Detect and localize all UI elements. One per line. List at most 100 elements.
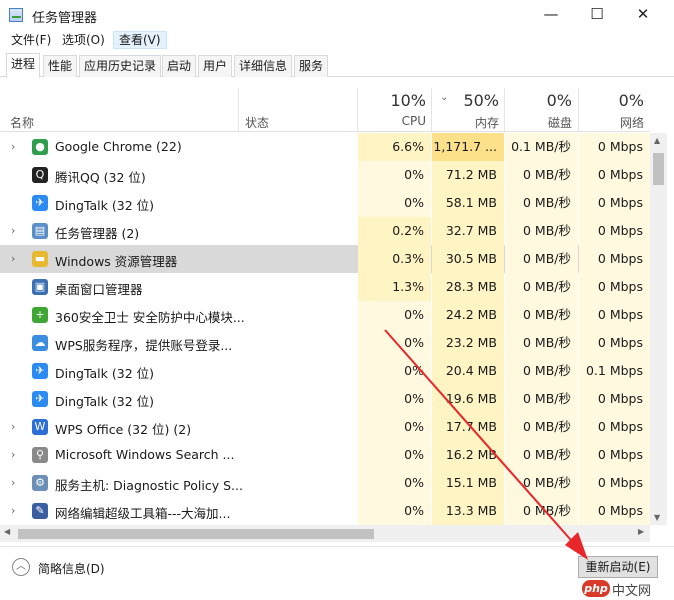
dingtalk-icon: ✈ bbox=[32, 195, 48, 211]
disk-value: 0 MB/秒 bbox=[505, 497, 578, 525]
process-name: DingTalk (32 位) bbox=[55, 366, 154, 381]
network-total-percent[interactable]: 0% bbox=[579, 91, 644, 110]
process-name: Microsoft Windows Search ... bbox=[55, 447, 235, 462]
scroll-down-icon[interactable]: ▼ bbox=[654, 513, 660, 522]
network-value: 0 Mbps bbox=[579, 497, 650, 525]
tab-performance[interactable]: 性能 bbox=[43, 55, 78, 77]
chevron-right-icon[interactable]: › bbox=[11, 448, 15, 461]
disk-total-percent[interactable]: 0% bbox=[505, 91, 572, 110]
chrome-icon: ● bbox=[32, 139, 48, 155]
process-name: 腾讯QQ (32 位) bbox=[55, 170, 146, 185]
watermark-text: 中文网 bbox=[612, 584, 652, 599]
search-service-icon: ⚲ bbox=[32, 447, 48, 463]
tab-users[interactable]: 用户 bbox=[198, 55, 233, 77]
menu-options[interactable]: 选项(O) bbox=[57, 31, 110, 49]
close-button[interactable]: ✕ bbox=[620, 0, 666, 30]
restart-button[interactable]: 重新启动(E) bbox=[578, 556, 658, 578]
scroll-left-icon[interactable]: ◀ bbox=[4, 527, 10, 536]
network-value: 0.1 Mbps bbox=[579, 357, 650, 385]
tab-startup[interactable]: 启动 bbox=[162, 55, 197, 77]
process-name: DingTalk (32 位) bbox=[55, 198, 154, 213]
scroll-right-icon[interactable]: ▶ bbox=[638, 527, 644, 536]
process-row[interactable]: › ⚙ 服务主机: Diagnostic Policy S... 0% 15.1 MB 0… bbox=[0, 469, 650, 497]
column-name[interactable]: 名称 bbox=[10, 114, 34, 131]
vertical-scroll-thumb[interactable] bbox=[653, 153, 664, 185]
memory-total-percent[interactable]: 50% bbox=[432, 91, 499, 110]
process-row[interactable]: ✈ DingTalk (32 位) 0% 58.1 MB 0 MB/秒 0 Mbps bbox=[0, 189, 650, 217]
process-row[interactable]: › ⚲ Microsoft Windows Search ... 0% 16.2 MB 0… bbox=[0, 441, 650, 469]
dingtalk-icon: ✈ bbox=[32, 363, 48, 379]
column-cpu[interactable]: CPU bbox=[358, 114, 426, 128]
menu-view[interactable]: 查看(V) bbox=[113, 31, 167, 49]
cpu-total-percent[interactable]: 10% bbox=[358, 91, 426, 110]
minimize-button[interactable]: — bbox=[528, 0, 574, 30]
process-row[interactable]: ✈ DingTalk (32 位) 0% 20.4 MB 0 MB/秒 0.1 Mbps bbox=[0, 357, 650, 385]
disk-value: 0 MB/秒 bbox=[505, 245, 578, 273]
disk-value: 0 MB/秒 bbox=[505, 469, 578, 497]
memory-value: 16.2 MB bbox=[432, 441, 504, 469]
menu-bar: 文件(F) 选项(O) 查看(V) bbox=[0, 30, 674, 50]
chevron-right-icon[interactable]: › bbox=[11, 224, 15, 237]
tab-services[interactable]: 服务 bbox=[294, 55, 329, 77]
process-row[interactable]: ✈ DingTalk (32 位) 0% 19.6 MB 0 MB/秒 0 Mbps bbox=[0, 385, 650, 413]
process-row[interactable]: +360安全卫士 安全防护中心模块... 0% 24.2 MB 0 MB/秒 0 Mbp… bbox=[0, 301, 650, 329]
tab-processes[interactable]: 进程 bbox=[6, 53, 41, 78]
process-row[interactable]: ☁ WPS服务程序，提供账号登录... 0% 23.2 MB 0 MB/秒 0 Mbps bbox=[0, 329, 650, 357]
memory-value: 28.3 MB bbox=[432, 273, 504, 301]
chevron-right-icon[interactable]: › bbox=[11, 420, 15, 433]
scroll-up-icon[interactable]: ▲ bbox=[654, 136, 660, 145]
process-row[interactable]: Q 腾讯QQ (32 位) 0% 71.2 MB 0 MB/秒 0 Mbps bbox=[0, 161, 650, 189]
disk-value: 0 MB/秒 bbox=[505, 357, 578, 385]
network-value: 0 Mbps bbox=[579, 385, 650, 413]
process-row[interactable]: › ✎ 网络编辑超级工具箱---大海加... 0% 13.3 MB 0 MB/秒 0 Mbp… bbox=[0, 497, 650, 525]
network-value: 0 Mbps bbox=[579, 413, 650, 441]
chevron-right-icon[interactable]: › bbox=[11, 504, 15, 517]
dwm-icon: ▣ bbox=[32, 279, 48, 295]
memory-value: 20.4 MB bbox=[432, 357, 504, 385]
cpu-value: 0% bbox=[358, 357, 431, 385]
memory-value: 32.7 MB bbox=[432, 217, 504, 245]
menu-file[interactable]: 文件(F) bbox=[6, 31, 56, 49]
process-name: 360安全卫士 安全防护中心模块... bbox=[55, 310, 245, 325]
column-status[interactable]: 状态 bbox=[245, 114, 269, 131]
process-row[interactable]: › ● Google Chrome (22) 6.6% 1,171.7 ... 0.1 M… bbox=[0, 133, 650, 161]
process-row[interactable]: › W WPS Office (32 位) (2) 0% 17.7 MB 0 MB/秒 0 … bbox=[0, 413, 650, 441]
disk-value: 0 MB/秒 bbox=[505, 441, 578, 469]
gear-icon: ⚙ bbox=[32, 475, 48, 491]
horizontal-scroll-thumb[interactable] bbox=[18, 529, 374, 539]
360-icon: + bbox=[32, 307, 48, 323]
cpu-value: 0% bbox=[358, 413, 431, 441]
column-disk[interactable]: 磁盘 bbox=[505, 114, 572, 131]
disk-value: 0 MB/秒 bbox=[505, 217, 578, 245]
chevron-right-icon[interactable]: › bbox=[11, 252, 15, 265]
footer: ︿ 简略信息(D) 重新启动(E) bbox=[0, 546, 674, 586]
cpu-value: 1.3% bbox=[358, 273, 431, 301]
disk-value: 0 MB/秒 bbox=[505, 413, 578, 441]
chevron-up-circle-icon[interactable]: ︿ bbox=[12, 558, 30, 576]
network-value: 0 Mbps bbox=[579, 273, 650, 301]
memory-value: 13.3 MB bbox=[432, 497, 504, 525]
process-row[interactable]: › ▤ 任务管理器 (2) 0.2% 32.7 MB 0 MB/秒 0 Mbps bbox=[0, 217, 650, 245]
process-name: WPS Office (32 位) (2) bbox=[55, 422, 192, 437]
fewer-details-link[interactable]: 简略信息(D) bbox=[38, 560, 105, 577]
cpu-value: 0.2% bbox=[358, 217, 431, 245]
watermark-logo: php bbox=[582, 580, 610, 597]
column-memory[interactable]: 内存 bbox=[432, 114, 499, 131]
chevron-right-icon[interactable]: › bbox=[11, 140, 15, 153]
cpu-value: 0.3% bbox=[358, 245, 431, 273]
chevron-right-icon[interactable]: › bbox=[11, 476, 15, 489]
tab-details[interactable]: 详细信息 bbox=[234, 55, 293, 77]
disk-value: 0 MB/秒 bbox=[505, 189, 578, 217]
disk-value: 0 MB/秒 bbox=[505, 301, 578, 329]
memory-value: 15.1 MB bbox=[432, 469, 504, 497]
column-network[interactable]: 网络 bbox=[579, 114, 644, 131]
process-name: DingTalk (32 位) bbox=[55, 394, 154, 409]
network-value: 0 Mbps bbox=[579, 329, 650, 357]
horizontal-scrollbar[interactable]: ◀ ▶ bbox=[0, 525, 650, 542]
process-row[interactable]: › ▬ Windows 资源管理器 0.3% 30.5 MB 0 MB/秒 0 Mbps bbox=[0, 245, 650, 273]
vertical-scrollbar[interactable]: ▲ ▼ bbox=[650, 133, 667, 525]
maximize-button[interactable]: ☐ bbox=[574, 0, 620, 30]
tab-app-history[interactable]: 应用历史记录 bbox=[79, 55, 162, 77]
process-name: Windows 资源管理器 bbox=[55, 254, 178, 269]
process-row[interactable]: ▣ 桌面窗口管理器 1.3% 28.3 MB 0 MB/秒 0 Mbps bbox=[0, 273, 650, 301]
